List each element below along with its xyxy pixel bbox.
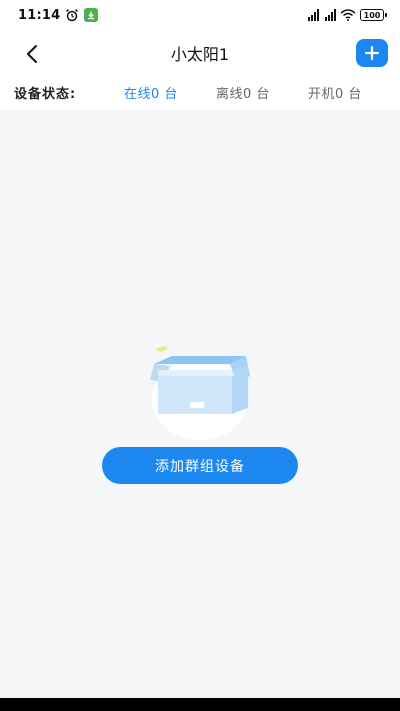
- device-status-label: 设备状态:: [14, 86, 77, 102]
- battery-icon: 100: [360, 9, 387, 21]
- system-status-bar: 11:14 100: [0, 0, 400, 30]
- device-list-area: 添加群组设备: [0, 110, 400, 698]
- status-time: 11:14: [18, 7, 61, 23]
- empty-box-icon: [150, 346, 250, 440]
- tab-offline[interactable]: 离线0 台: [216, 83, 270, 102]
- plus-icon: [364, 45, 380, 61]
- device-status-row: 设备状态: 在线0 台 离线0 台 开机0 台: [0, 78, 400, 106]
- add-group-device-button[interactable]: 添加群组设备: [102, 447, 298, 484]
- navigation-bar: 小太阳1: [0, 32, 400, 74]
- chevron-left-icon: [27, 45, 37, 63]
- download-notification-icon: [84, 8, 99, 22]
- alarm-icon: [66, 8, 79, 22]
- gesture-navigation-bar: [0, 698, 400, 711]
- wifi-icon: [340, 9, 356, 21]
- back-button[interactable]: [18, 40, 46, 68]
- tab-power-on[interactable]: 开机0 台: [308, 83, 362, 102]
- page-title: 小太阳1: [170, 45, 230, 64]
- battery-level: 100: [363, 10, 381, 20]
- status-right: 100: [306, 9, 387, 21]
- add-button[interactable]: [356, 39, 388, 67]
- signal-icon: [323, 9, 336, 21]
- status-left: 11:14: [18, 7, 99, 23]
- signal-icon: [306, 9, 319, 21]
- tab-online[interactable]: 在线0 台: [124, 83, 178, 102]
